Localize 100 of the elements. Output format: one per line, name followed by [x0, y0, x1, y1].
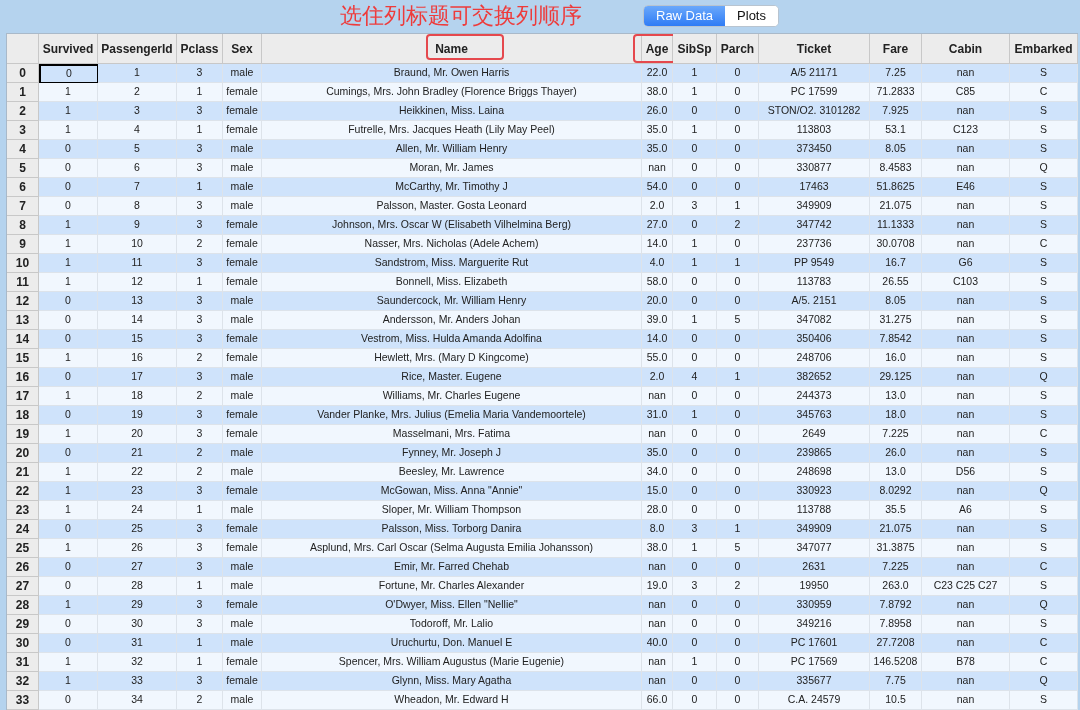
row-index: 18	[7, 406, 39, 425]
table-cell: 3	[673, 197, 717, 216]
table-cell: Andersson, Mr. Anders Johan	[262, 311, 642, 330]
table-cell: S	[1010, 501, 1078, 520]
table-cell: female	[223, 349, 262, 368]
column-header[interactable]: Name	[435, 39, 468, 58]
table-cell: 1	[717, 197, 759, 216]
table-cell: Allen, Mr. William Henry	[262, 140, 642, 159]
table-cell: 2	[177, 691, 223, 710]
table-cell: female	[223, 83, 262, 102]
table-cell: nan	[642, 672, 673, 691]
table-cell: nan	[922, 596, 1010, 615]
table-cell: 7.225	[870, 425, 922, 444]
row-index: 28	[7, 596, 39, 615]
table-cell: 8	[98, 197, 177, 216]
table-cell: S	[1010, 463, 1078, 482]
table-cell: 1	[177, 178, 223, 197]
table-cell: 22	[98, 463, 177, 482]
table-cell: 1	[673, 64, 717, 83]
table-cell: 3	[177, 330, 223, 349]
table-cell: 1	[39, 102, 98, 121]
table-cell: 1	[177, 501, 223, 520]
table-cell: 1	[673, 311, 717, 330]
table-cell: 3	[177, 520, 223, 539]
table-cell: 21.075	[870, 520, 922, 539]
table-cell: Emir, Mr. Farred Chehab	[262, 558, 642, 577]
table-cell: Q	[1010, 159, 1078, 178]
table-cell: male	[223, 634, 262, 653]
table-cell: 71.2833	[870, 83, 922, 102]
table-cell: 51.8625	[870, 178, 922, 197]
table-cell: S	[1010, 178, 1078, 197]
table-cell: C	[1010, 83, 1078, 102]
table-cell: Braund, Mr. Owen Harris	[262, 64, 642, 83]
table-cell: 29.125	[870, 368, 922, 387]
table-cell: female	[223, 425, 262, 444]
table-cell: 3	[177, 482, 223, 501]
table-cell: 382652	[759, 368, 870, 387]
table-cell: S	[1010, 330, 1078, 349]
table-cell: 11.1333	[870, 216, 922, 235]
table-cell: 1	[177, 653, 223, 672]
table-cell: female	[223, 672, 262, 691]
table-cell: 0	[39, 368, 98, 387]
table-cell: 5	[717, 539, 759, 558]
table-cell: 248698	[759, 463, 870, 482]
table-cell: C23 C25 C27	[922, 577, 1010, 596]
table-cell: 2	[717, 216, 759, 235]
table-cell: nan	[922, 216, 1010, 235]
table-cell: 0	[39, 558, 98, 577]
row-index: 5	[7, 159, 39, 178]
table-cell: 1	[39, 387, 98, 406]
table-cell: 38.0	[642, 83, 673, 102]
table-cell: 54.0	[642, 178, 673, 197]
table-cell: Cumings, Mrs. John Bradley (Florence Briggs Thayer)	[262, 83, 642, 102]
table-cell: 20.0	[642, 292, 673, 311]
table-cell: 58.0	[642, 273, 673, 292]
table-cell: Johnson, Mrs. Oscar W (Elisabeth Vilhelmina Berg)	[262, 216, 642, 235]
table-cell: female	[223, 273, 262, 292]
table-cell: 0	[39, 64, 98, 83]
table-cell: 3	[98, 102, 177, 121]
table-cell: C	[1010, 634, 1078, 653]
table-cell: 15	[98, 330, 177, 349]
row-index: 17	[7, 387, 39, 406]
table-cell: 0	[39, 292, 98, 311]
table-cell: Nasser, Mrs. Nicholas (Adele Achem)	[262, 235, 642, 254]
table-cell: 3	[177, 615, 223, 634]
table-cell: Spencer, Mrs. William Augustus (Marie Eugenie)	[262, 653, 642, 672]
table-cell: 0	[717, 615, 759, 634]
table-cell: 8.4583	[870, 159, 922, 178]
table-cell: 263.0	[870, 577, 922, 596]
table-cell: S	[1010, 311, 1078, 330]
table-cell: 8.0	[642, 520, 673, 539]
table-cell: 3	[177, 596, 223, 615]
table-cell: 20	[98, 425, 177, 444]
table-cell: 0	[717, 463, 759, 482]
table-cell: 16.0	[870, 349, 922, 368]
table-cell: 32	[98, 653, 177, 672]
table-cell: 0	[39, 311, 98, 330]
row-index: 27	[7, 577, 39, 596]
table-cell: 3	[177, 254, 223, 273]
table-cell: 248706	[759, 349, 870, 368]
row-index: 0	[7, 64, 39, 83]
table-cell: 1	[177, 273, 223, 292]
table-cell: male	[223, 311, 262, 330]
table-cell: Todoroff, Mr. Lalio	[262, 615, 642, 634]
table-cell: S	[1010, 406, 1078, 425]
table-cell: 39.0	[642, 311, 673, 330]
table-cell: 0	[39, 197, 98, 216]
table-cell: male	[223, 197, 262, 216]
table-cell: 2	[177, 349, 223, 368]
table-cell: 4	[98, 121, 177, 140]
table-cell: 35.0	[642, 121, 673, 140]
table-cell: 347077	[759, 539, 870, 558]
table-cell: C103	[922, 273, 1010, 292]
row-index: 31	[7, 653, 39, 672]
table-cell: 0	[673, 634, 717, 653]
row-index: 32	[7, 672, 39, 691]
table-cell: nan	[922, 235, 1010, 254]
table-cell: 1	[39, 216, 98, 235]
table-cell: 26	[98, 539, 177, 558]
table-cell: Palsson, Miss. Torborg Danira	[262, 520, 642, 539]
